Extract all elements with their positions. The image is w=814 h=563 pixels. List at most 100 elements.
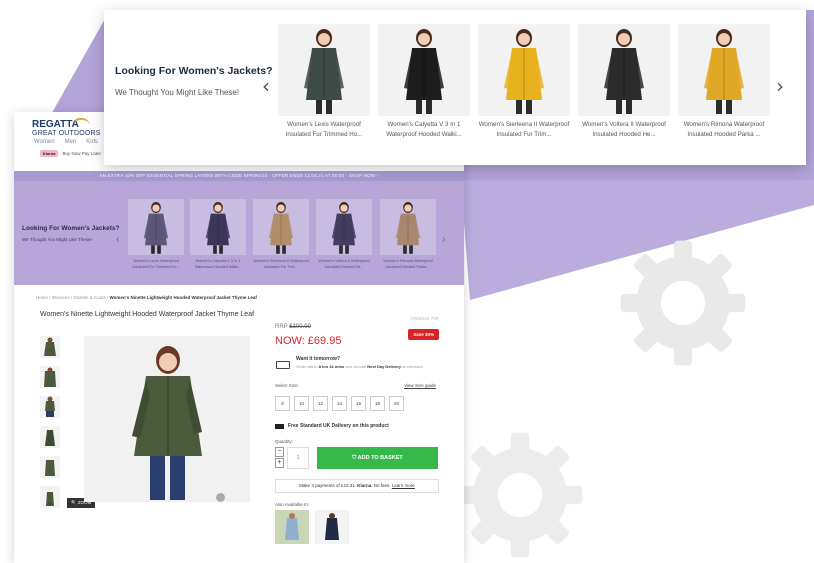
breadcrumb: Home / Womens / Jackets & Coats / Women'… bbox=[36, 295, 257, 300]
product-card-image[interactable] bbox=[578, 24, 670, 116]
size-option[interactable]: 12 bbox=[313, 396, 328, 411]
product-card-name[interactable]: Women's Rimona Waterproof Insulated Hood… bbox=[678, 120, 770, 140]
alt-color-thumbnail[interactable] bbox=[315, 510, 349, 544]
inner-product-card[interactable]: Women's Rimona Waterproof Insulated Hood… bbox=[380, 199, 436, 270]
quantity-input[interactable]: 1 bbox=[287, 447, 309, 469]
product-card[interactable]: Women's Calyetta V 3 In 1 Waterproof Hoo… bbox=[378, 24, 470, 140]
klarna-banner-text: Buy Now Pay Later bbox=[62, 151, 101, 156]
inner-rec-title: Looking For Women's Jackets? bbox=[22, 225, 120, 232]
product-thumbnail[interactable] bbox=[40, 426, 60, 448]
rrp-label: RRP bbox=[275, 324, 288, 330]
inner-product-image[interactable] bbox=[253, 199, 309, 255]
breadcrumb-womens[interactable]: Womens bbox=[52, 295, 70, 300]
product-card[interactable]: Women's Lexis Waterproof Insulated Fur T… bbox=[278, 24, 370, 140]
save-badge: Save 30% bbox=[408, 329, 439, 340]
inner-product-image[interactable] bbox=[128, 199, 184, 255]
gear-decoration-small bbox=[457, 432, 583, 558]
product-thumbnail[interactable] bbox=[40, 366, 60, 388]
delivery-heading: Want it tomorrow? bbox=[296, 356, 340, 362]
size-option[interactable]: 14 bbox=[332, 396, 347, 411]
product-card[interactable]: Women's Voltera II Waterproof Insulated … bbox=[578, 24, 670, 140]
rrp-value: £100.00 bbox=[289, 324, 311, 330]
product-thumbnail[interactable] bbox=[40, 396, 60, 418]
delivery-countdown: 8 hrs 41 mins bbox=[318, 364, 345, 369]
product-title: Women's Ninette Lightweight Hooded Water… bbox=[40, 311, 255, 318]
truck-icon bbox=[275, 423, 284, 429]
product-thumbnail[interactable] bbox=[40, 456, 60, 478]
inner-product-card[interactable]: Women's Voltera II Waterproof Insulated … bbox=[316, 199, 372, 270]
chevron-left-icon[interactable]: ‹ bbox=[262, 74, 270, 98]
breadcrumb-jackets[interactable]: Jackets & Coats bbox=[73, 295, 106, 300]
inner-product-name[interactable]: Women's Lexis Waterproof Insulated Fur T… bbox=[128, 258, 184, 270]
product-card[interactable]: Women's Rimona Waterproof Insulated Hood… bbox=[678, 24, 770, 140]
nav-item-women[interactable]: Women bbox=[34, 139, 55, 145]
klarna-learn-more-link[interactable]: Learn more bbox=[392, 483, 415, 488]
product-card-name[interactable]: Women's Lexis Waterproof Insulated Fur T… bbox=[278, 120, 370, 140]
size-guide-link[interactable]: View Size guide bbox=[404, 383, 436, 388]
size-option[interactable]: 8 bbox=[275, 396, 290, 411]
klarna-badge: Klarna bbox=[40, 150, 59, 157]
nav-item-kids[interactable]: Kids bbox=[86, 139, 98, 145]
nav-item-men[interactable]: Men bbox=[65, 139, 77, 145]
product-card-name[interactable]: Women's Sierleena II Waterproof Insulate… bbox=[478, 120, 570, 140]
klarna-installment-text: Make 3 payments of £23.31. bbox=[299, 483, 356, 488]
main-product-image[interactable] bbox=[84, 336, 250, 502]
delivery-mid: and choose bbox=[345, 364, 367, 369]
breadcrumb-home[interactable]: Home bbox=[36, 295, 48, 300]
add-to-basket-label: ADD TO BASKET bbox=[357, 455, 403, 461]
size-option[interactable]: 16 bbox=[351, 396, 366, 411]
product-page: REGATTA GREAT OUTDOORS Women Men Kids Kl… bbox=[14, 112, 464, 563]
inner-product-name[interactable]: Women's Sierleena II Waterproof Insulate… bbox=[253, 258, 309, 270]
product-card-image[interactable] bbox=[378, 24, 470, 116]
inner-product-image[interactable] bbox=[190, 199, 246, 255]
inner-recommendation-panel: Looking For Women's Jackets? We Thought … bbox=[14, 181, 464, 285]
klarna-banner[interactable]: Klarna Buy Now Pay Later bbox=[40, 150, 101, 157]
delivery-option: Next Day Delivery bbox=[367, 364, 401, 369]
product-card-image[interactable] bbox=[678, 24, 770, 116]
wishlist-icon[interactable] bbox=[216, 493, 225, 502]
delivery-post: at checkout. bbox=[402, 364, 424, 369]
quantity-decrease-button[interactable]: − bbox=[275, 447, 284, 457]
product-card-image[interactable] bbox=[478, 24, 570, 116]
brand-tagline: GREAT OUTDOORS bbox=[32, 130, 101, 137]
product-thumbnail[interactable] bbox=[40, 336, 60, 358]
delivery-van-icon bbox=[276, 361, 290, 369]
inner-product-card[interactable]: Women's Sierleena II Waterproof Insulate… bbox=[253, 199, 309, 270]
promo-bar[interactable]: AN EXTRA 10% OFF ESSENTIAL SPRING LAYERS… bbox=[14, 171, 464, 181]
delivery-pre: Order within bbox=[296, 364, 318, 369]
product-card-name[interactable]: Women's Calyetta V 3 In 1 Waterproof Hoo… bbox=[378, 120, 470, 140]
basket-icon: ⛉ bbox=[352, 455, 357, 461]
inner-product-name[interactable]: Women's Rimona Waterproof Insulated Hood… bbox=[380, 258, 436, 270]
inner-product-name[interactable]: Women's Voltera II Waterproof Insulated … bbox=[316, 258, 372, 270]
thumbnail-list bbox=[40, 336, 62, 516]
inner-next-arrow-icon[interactable]: › bbox=[442, 234, 445, 245]
size-selector: 8 10 12 14 16 18 20 bbox=[275, 396, 404, 411]
product-card-name[interactable]: Women's Voltera II Waterproof Insulated … bbox=[578, 120, 670, 140]
product-card[interactable]: Women's Sierleena II Waterproof Insulate… bbox=[478, 24, 570, 140]
inner-product-image[interactable] bbox=[316, 199, 372, 255]
add-to-basket-button[interactable]: ⛉ ADD TO BASKET bbox=[317, 447, 438, 469]
size-option[interactable]: 10 bbox=[294, 396, 309, 411]
chevron-down-icon[interactable]: ⌄ bbox=[46, 497, 54, 508]
popup-title: Looking For Women's Jackets? bbox=[115, 65, 273, 77]
chevron-right-icon[interactable]: › bbox=[776, 74, 784, 98]
inner-product-card[interactable]: Women's Lexis Waterproof Insulated Fur T… bbox=[128, 199, 184, 270]
breadcrumb-current: Women's Ninette Lightweight Hooded Water… bbox=[109, 295, 257, 300]
inner-product-card[interactable]: Women's Calyetta V 3 In 1 Waterproof Hoo… bbox=[190, 199, 246, 270]
gear-decoration bbox=[620, 240, 746, 366]
now-price: NOW: £69.95 bbox=[275, 335, 342, 347]
size-option[interactable]: 18 bbox=[370, 396, 385, 411]
quantity-increase-button[interactable]: + bbox=[275, 458, 284, 468]
quantity-stepper: − + 1 bbox=[275, 447, 315, 469]
inner-product-name[interactable]: Women's Calyetta V 3 In 1 Waterproof Hoo… bbox=[190, 258, 246, 270]
brand-swoosh-icon bbox=[72, 118, 90, 126]
size-option[interactable]: 20 bbox=[389, 396, 404, 411]
delivery-info: Want it tomorrow? Order within 8 hrs 41 … bbox=[275, 356, 439, 378]
brand-logo[interactable]: REGATTA GREAT OUTDOORS bbox=[32, 120, 101, 138]
inner-product-image[interactable] bbox=[380, 199, 436, 255]
top-nav: Women Men Kids bbox=[34, 139, 98, 145]
inner-prev-arrow-icon[interactable]: ‹ bbox=[116, 234, 119, 245]
delivery-text: Order within 8 hrs 41 mins and choose Ne… bbox=[296, 364, 436, 370]
product-card-image[interactable] bbox=[278, 24, 370, 116]
alt-color-thumbnail[interactable] bbox=[275, 510, 309, 544]
